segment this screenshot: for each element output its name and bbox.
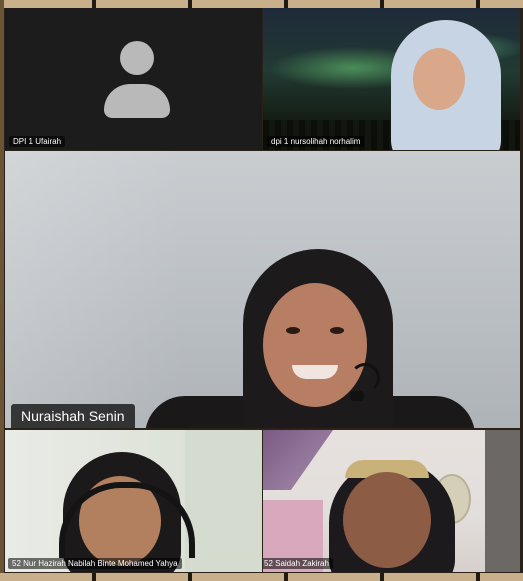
background-side-strip <box>0 0 4 581</box>
headset-icon <box>350 363 380 393</box>
speaker-face <box>263 283 367 407</box>
speaker-eye <box>286 327 300 334</box>
microphone-icon <box>350 391 364 401</box>
video-tile-4[interactable]: 52 Saidah Zakirah <box>263 430 520 572</box>
video-tile-1[interactable]: DPI 1 Ufairah <box>5 8 262 150</box>
speaker-eye <box>330 327 344 334</box>
active-speaker-tile[interactable]: Nuraishah Senin <box>5 151 520 428</box>
room-wall-purple <box>263 430 333 490</box>
background-top-strip <box>0 0 523 8</box>
participant-name-tag: DPI 1 Ufairah <box>9 136 66 147</box>
participant-name-tag: 52 Nur Hazirah Nabilah Binte Mohamed Yah… <box>8 558 182 569</box>
speaker-name-tag: Nuraishah Senin <box>11 404 135 428</box>
speaker-smile <box>292 365 338 379</box>
room-door <box>485 430 520 572</box>
video-tile-2[interactable]: dpi 1 nursolihah norhalim <box>263 8 520 150</box>
background-bottom-strip <box>0 573 523 581</box>
room-door <box>185 430 262 572</box>
participant-name-tag: dpi 1 nursolihah norhalim <box>267 136 365 147</box>
wall-shading <box>5 151 185 428</box>
video-tile-3[interactable]: 52 Nur Hazirah Nabilah Binte Mohamed Yah… <box>5 430 262 572</box>
participant-face <box>413 48 465 110</box>
participant-name-tag: 52 Saidah Zakirah <box>263 558 333 569</box>
participant-face <box>343 472 431 568</box>
